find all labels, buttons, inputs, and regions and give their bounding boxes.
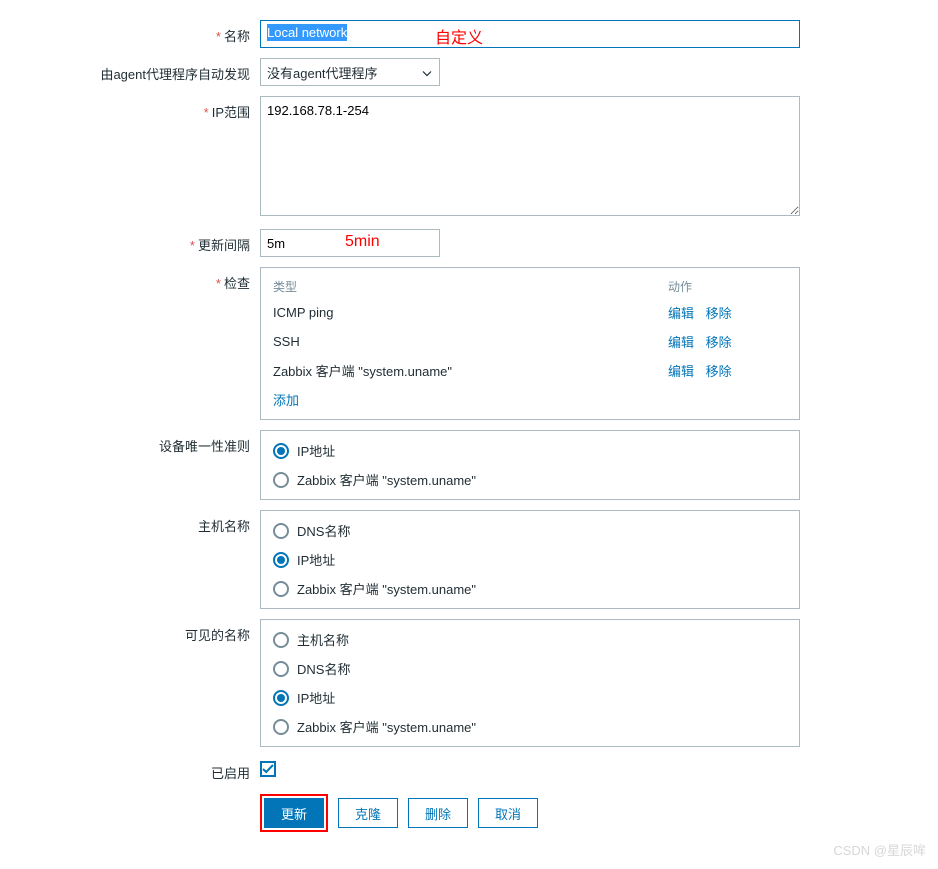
- delete-button[interactable]: 删除: [408, 798, 468, 828]
- radio-label: Zabbix 客户端 "system.uname": [297, 579, 476, 598]
- visible-radio-dns[interactable]: DNS名称: [273, 659, 787, 678]
- iprange-textarea[interactable]: [260, 96, 800, 216]
- visible-radio-zabbix[interactable]: Zabbix 客户端 "system.uname": [273, 717, 787, 736]
- check-icon: [262, 764, 274, 774]
- label-hostname: 主机名称: [0, 510, 260, 535]
- radio-icon: [273, 472, 289, 488]
- radio-label: Zabbix 客户端 "system.uname": [297, 717, 476, 736]
- radio-label: DNS名称: [297, 521, 350, 540]
- check-type: ICMP ping: [273, 305, 668, 320]
- check-edit-link[interactable]: 编辑: [668, 335, 694, 350]
- visible-radio-host[interactable]: 主机名称: [273, 630, 787, 649]
- update-button[interactable]: 更新: [264, 798, 324, 828]
- check-row: ICMP ping 编辑 移除: [273, 303, 787, 322]
- label-visiblename: 可见的名称: [0, 619, 260, 644]
- radio-icon: [273, 632, 289, 648]
- label-interval: *更新间隔: [0, 229, 260, 254]
- proxy-select[interactable]: 没有agent代理程序: [260, 58, 440, 86]
- check-type: Zabbix 客户端 "system.uname": [273, 361, 668, 380]
- checks-box: 类型 动作 ICMP ping 编辑 移除 SSH 编辑 移除: [260, 267, 800, 420]
- hostname-radio-dns[interactable]: DNS名称: [273, 521, 787, 540]
- label-enabled: 已启用: [0, 757, 260, 782]
- check-edit-link[interactable]: 编辑: [668, 306, 694, 321]
- radio-icon: [273, 690, 289, 706]
- check-row: SSH 编辑 移除: [273, 332, 787, 351]
- checks-head-action: 动作: [668, 278, 692, 295]
- radio-icon: [273, 552, 289, 568]
- visiblename-box: 主机名称 DNS名称 IP地址 Zabbix 客户端 "system.uname…: [260, 619, 800, 747]
- uniqueness-radio-ip[interactable]: IP地址: [273, 441, 787, 460]
- label-iprange: *IP范围: [0, 96, 260, 121]
- radio-label: 主机名称: [297, 630, 349, 649]
- label-checks: *检查: [0, 267, 260, 292]
- clone-button[interactable]: 克隆: [338, 798, 398, 828]
- radio-label: IP地址: [297, 688, 335, 707]
- check-edit-link[interactable]: 编辑: [668, 364, 694, 379]
- visible-radio-ip[interactable]: IP地址: [273, 688, 787, 707]
- hostname-radio-ip[interactable]: IP地址: [273, 550, 787, 569]
- radio-icon: [273, 581, 289, 597]
- hostname-radio-zabbix[interactable]: Zabbix 客户端 "system.uname": [273, 579, 787, 598]
- name-input-value: Local network: [267, 24, 347, 41]
- radio-icon: [273, 719, 289, 735]
- radio-icon: [273, 443, 289, 459]
- check-row: Zabbix 客户端 "system.uname" 编辑 移除: [273, 361, 787, 380]
- radio-label: DNS名称: [297, 659, 350, 678]
- radio-icon: [273, 523, 289, 539]
- proxy-select-value: 没有agent代理程序: [260, 58, 440, 86]
- check-type: SSH: [273, 334, 668, 349]
- check-remove-link[interactable]: 移除: [706, 364, 732, 379]
- radio-label: IP地址: [297, 550, 335, 569]
- check-remove-link[interactable]: 移除: [706, 306, 732, 321]
- check-add-link[interactable]: 添加: [273, 393, 299, 408]
- checks-head-type: 类型: [273, 278, 668, 295]
- uniqueness-radio-zabbix[interactable]: Zabbix 客户端 "system.uname": [273, 470, 787, 489]
- label-proxy: 由agent代理程序自动发现: [0, 58, 260, 83]
- label-uniqueness: 设备唯一性准则: [0, 430, 260, 455]
- radio-icon: [273, 661, 289, 677]
- radio-label: IP地址: [297, 441, 335, 460]
- name-input[interactable]: Local network: [260, 20, 800, 48]
- radio-label: Zabbix 客户端 "system.uname": [297, 470, 476, 489]
- cancel-button[interactable]: 取消: [478, 798, 538, 828]
- uniqueness-box: IP地址 Zabbix 客户端 "system.uname": [260, 430, 800, 500]
- label-name: *名称: [0, 20, 260, 45]
- annotation-highlight-update: 更新: [260, 794, 328, 832]
- hostname-box: DNS名称 IP地址 Zabbix 客户端 "system.uname": [260, 510, 800, 609]
- interval-input[interactable]: [260, 229, 440, 257]
- enabled-checkbox[interactable]: [260, 761, 276, 777]
- check-remove-link[interactable]: 移除: [706, 335, 732, 350]
